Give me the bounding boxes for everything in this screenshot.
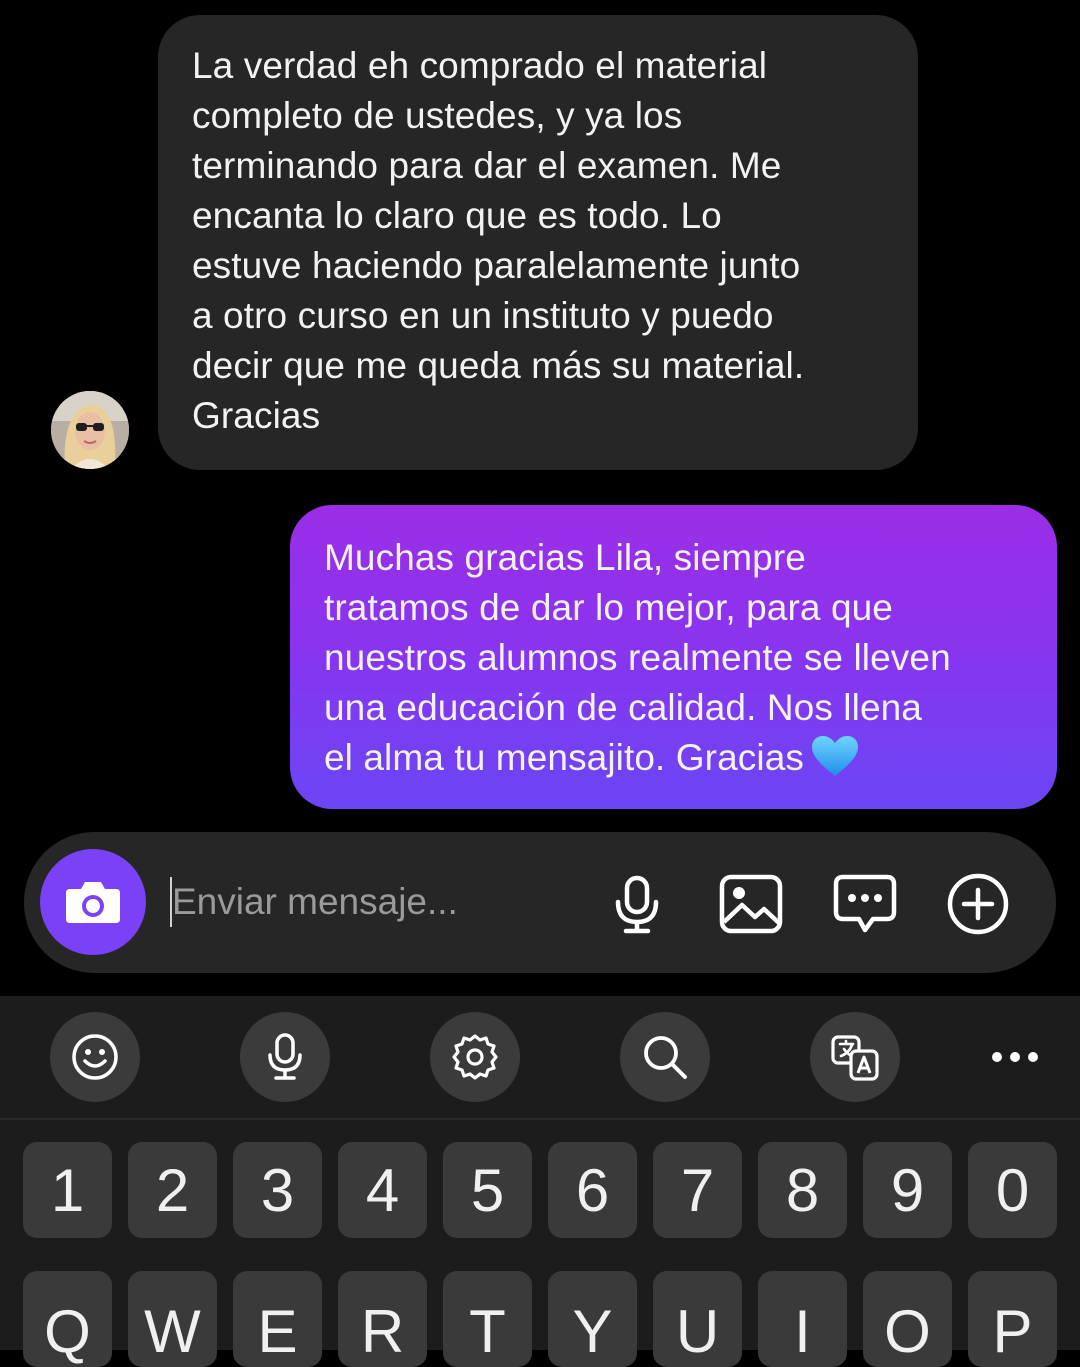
message-input[interactable] [170, 872, 592, 932]
key-label: Y [572, 1298, 613, 1365]
key-9[interactable]: 9 [863, 1142, 952, 1238]
incoming-message-text: La verdad eh comprado el material comple… [192, 45, 805, 436]
key-label: 1 [50, 1156, 85, 1224]
key-4[interactable]: 4 [338, 1142, 427, 1238]
key-label: W [144, 1298, 201, 1365]
key-label: 9 [890, 1156, 925, 1224]
key-t[interactable]: T [443, 1271, 532, 1367]
key-e[interactable]: E [233, 1271, 322, 1367]
key-label: T [469, 1298, 506, 1365]
key-label: 7 [680, 1156, 715, 1224]
key-3[interactable]: 3 [233, 1142, 322, 1238]
key-i[interactable]: I [758, 1271, 847, 1367]
key-6[interactable]: 6 [548, 1142, 637, 1238]
outgoing-message-bubble[interactable]: Muchas gracias Lila, siempre tratamos de… [290, 505, 1057, 809]
key-label: 2 [155, 1156, 190, 1224]
key-y[interactable]: Y [548, 1271, 637, 1367]
key-label: 6 [575, 1156, 610, 1224]
key-0[interactable]: 0 [968, 1142, 1057, 1238]
microphone-icon[interactable] [605, 872, 669, 936]
incoming-message-bubble[interactable]: La verdad eh comprado el material comple… [158, 15, 918, 470]
key-w[interactable]: W [128, 1271, 217, 1367]
key-2[interactable]: 2 [128, 1142, 217, 1238]
key-label: 4 [365, 1156, 400, 1224]
blue-heart-icon [810, 734, 860, 791]
keyboard-divider [0, 1118, 1080, 1120]
contact-avatar[interactable] [51, 391, 129, 469]
keyboard-settings-button[interactable] [430, 1012, 520, 1102]
key-label: 3 [260, 1156, 295, 1224]
camera-icon [66, 882, 120, 923]
image-icon[interactable] [719, 872, 783, 936]
emoji-icon [72, 1034, 118, 1080]
key-label: E [257, 1298, 298, 1365]
voice-input-button[interactable] [240, 1012, 330, 1102]
sticker-chat-icon[interactable] [833, 872, 897, 936]
key-5[interactable]: 5 [443, 1142, 532, 1238]
key-8[interactable]: 8 [758, 1142, 847, 1238]
key-label: R [360, 1298, 405, 1365]
key-label: I [794, 1298, 811, 1365]
more-icon[interactable] [985, 1030, 1045, 1080]
key-r[interactable]: R [338, 1271, 427, 1367]
avatar-photo [51, 391, 129, 469]
key-label: U [675, 1298, 720, 1365]
outgoing-message-line: Muchas gracias Lila, siempre tratamos de… [324, 533, 1037, 791]
key-label: 8 [785, 1156, 820, 1224]
translate-button[interactable] [810, 1012, 900, 1102]
key-7[interactable]: 7 [653, 1142, 742, 1238]
camera-button[interactable] [40, 849, 146, 955]
emoji-button[interactable] [50, 1012, 140, 1102]
key-label: Q [44, 1298, 91, 1365]
key-u[interactable]: U [653, 1271, 742, 1367]
search-icon [644, 1036, 687, 1079]
key-o[interactable]: O [863, 1271, 952, 1367]
key-1[interactable]: 1 [23, 1142, 112, 1238]
key-label: P [992, 1298, 1033, 1365]
key-label: 5 [470, 1156, 505, 1224]
key-label: 0 [995, 1156, 1030, 1224]
key-p[interactable]: P [968, 1271, 1057, 1367]
keyboard-search-button[interactable] [620, 1012, 710, 1102]
message-composer [24, 832, 1056, 973]
translate-icon [831, 1035, 879, 1081]
key-label: O [884, 1298, 931, 1365]
voice-input-icon [268, 1033, 302, 1080]
key-q[interactable]: Q [23, 1271, 112, 1367]
plus-circle-icon[interactable] [946, 872, 1010, 936]
settings-icon [452, 1034, 498, 1080]
